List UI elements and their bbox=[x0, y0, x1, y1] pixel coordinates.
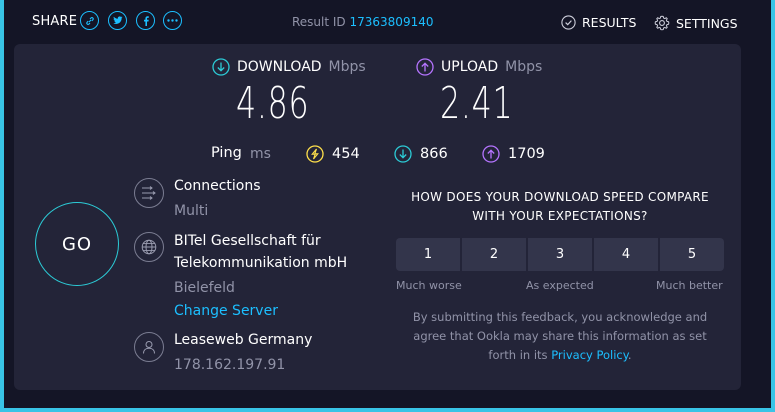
result-id-label: Result ID bbox=[292, 15, 346, 29]
go-button[interactable]: GO bbox=[35, 202, 119, 286]
host-ip: 178.162.197.91 bbox=[174, 357, 286, 373]
scale-mid-label: As expected bbox=[526, 279, 594, 292]
ping-download: 866 bbox=[394, 145, 448, 163]
rating-button-4[interactable]: 4 bbox=[594, 238, 658, 271]
jitter-icon bbox=[306, 145, 324, 163]
host-name: Leaseweb Germany bbox=[174, 332, 313, 348]
disclaimer-suffix: . bbox=[627, 348, 632, 362]
ping-download-value: 866 bbox=[420, 146, 448, 162]
upload-label: UPLOAD bbox=[441, 59, 499, 75]
upload-arrow-icon bbox=[482, 145, 500, 163]
result-id-value[interactable]: 17363809140 bbox=[350, 15, 434, 29]
connections-title: Connections bbox=[174, 178, 261, 194]
link-icon[interactable] bbox=[80, 11, 99, 30]
disclaimer-line1: By submitting this feedback, you acknowl… bbox=[412, 310, 708, 324]
disclaimer-line3-prefix: forth in its bbox=[488, 348, 548, 362]
ping-label: Ping bbox=[211, 145, 242, 161]
connections-icon bbox=[134, 178, 164, 208]
check-circle-icon bbox=[561, 15, 576, 30]
download-header: DOWNLOAD Mbps bbox=[212, 58, 366, 76]
settings-label: SETTINGS bbox=[676, 15, 738, 31]
result-id: Result ID 17363809140 bbox=[292, 15, 433, 29]
upload-arrow-icon bbox=[416, 58, 434, 76]
results-label: RESULTS bbox=[582, 15, 637, 30]
rating-button-3[interactable]: 3 bbox=[528, 238, 592, 271]
download-label: DOWNLOAD bbox=[237, 59, 322, 75]
feedback-question: HOW DOES YOUR DOWNLOAD SPEED COMPARE WIT… bbox=[396, 188, 724, 226]
share-label: SHARE bbox=[32, 14, 78, 29]
twitter-icon[interactable] bbox=[108, 11, 127, 30]
facebook-icon[interactable] bbox=[136, 11, 155, 30]
ping-upload-value: 1709 bbox=[508, 146, 545, 162]
scale-low-label: Much worse bbox=[396, 279, 462, 292]
scale-high-label: Much better bbox=[656, 279, 723, 292]
feedback-question-line1: HOW DOES YOUR DOWNLOAD SPEED COMPARE bbox=[411, 190, 709, 204]
feedback-question-line2: WITH YOUR EXPECTATIONS? bbox=[472, 209, 648, 223]
gear-icon bbox=[654, 15, 670, 31]
results-button[interactable]: RESULTS bbox=[561, 15, 636, 30]
globe-icon bbox=[134, 232, 164, 262]
download-value: 4.86 bbox=[236, 78, 310, 129]
feedback-disclaimer: By submitting this feedback, you acknowl… bbox=[400, 308, 720, 365]
connections-value: Multi bbox=[174, 203, 209, 219]
upload-header: UPLOAD Mbps bbox=[416, 58, 542, 76]
upload-value: 2.41 bbox=[440, 78, 514, 129]
settings-button[interactable]: SETTINGS bbox=[654, 15, 738, 31]
download-arrow-icon bbox=[394, 145, 412, 163]
disclaimer-line3: forth in its Privacy Policy. bbox=[400, 346, 720, 365]
rating-button-1[interactable]: 1 bbox=[396, 238, 460, 271]
rating-button-5[interactable]: 5 bbox=[660, 238, 724, 271]
ping-unit: ms bbox=[250, 146, 271, 162]
disclaimer-line2: agree that Ookla may share this informat… bbox=[413, 329, 707, 343]
isp-location: Bielefeld bbox=[174, 280, 235, 296]
isp-name-line2: Telekommunikation mbH bbox=[174, 255, 348, 271]
upload-unit: Mbps bbox=[505, 59, 543, 75]
isp-name-line1: BITel Gesellschaft für bbox=[174, 233, 321, 249]
top-bar: SHARE Result ID 17363809140 RESULTS SETT… bbox=[0, 0, 775, 44]
ping-upload: 1709 bbox=[482, 145, 545, 163]
ping-idle-value: 454 bbox=[332, 146, 360, 162]
ping-idle: 454 bbox=[306, 145, 360, 163]
privacy-policy-link[interactable]: Privacy Policy bbox=[551, 348, 628, 362]
download-arrow-icon bbox=[212, 58, 230, 76]
rating-button-2[interactable]: 2 bbox=[462, 238, 526, 271]
more-icon[interactable] bbox=[163, 11, 182, 30]
change-server-link[interactable]: Change Server bbox=[174, 303, 278, 319]
rating-scale: 1 2 3 4 5 bbox=[396, 238, 724, 271]
download-unit: Mbps bbox=[328, 59, 366, 75]
user-icon bbox=[134, 332, 164, 362]
